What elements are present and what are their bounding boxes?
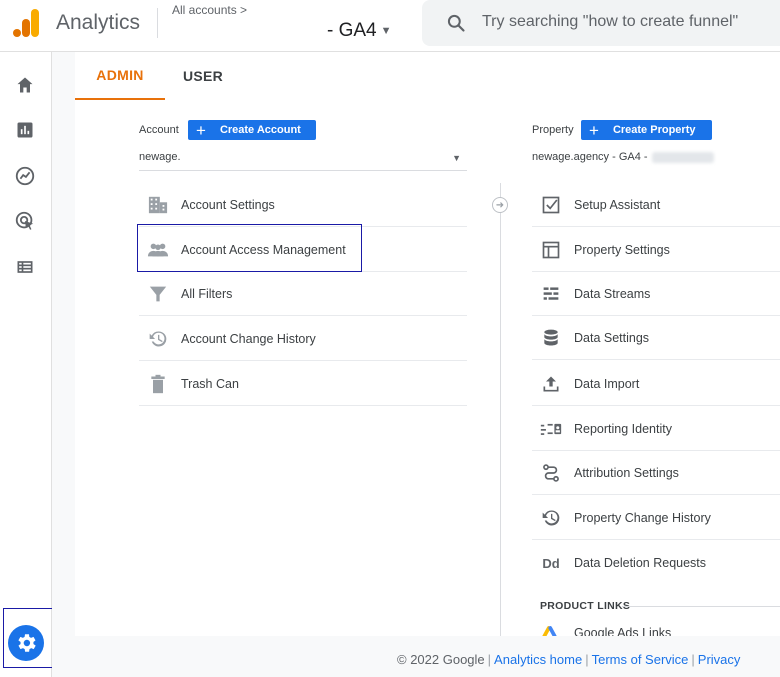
create-property-button[interactable]: + Create Property: [581, 120, 712, 140]
history-icon: [540, 507, 562, 529]
footer-copyright: © 2022 Google: [397, 652, 485, 667]
layout-icon: [540, 239, 562, 261]
menu-data-deletion-requests[interactable]: Dd Data Deletion Requests: [532, 541, 780, 585]
account-selected-value: newage.: [139, 151, 181, 163]
menu-label: Property Change History: [574, 510, 711, 525]
app-title: Analytics: [56, 11, 141, 34]
admin-tabs: ADMIN USER: [75, 52, 780, 100]
filter-icon: [147, 283, 169, 305]
dd-icon: Dd: [542, 555, 560, 571]
trash-icon: [147, 373, 169, 395]
database-icon: [540, 327, 562, 349]
search-bar[interactable]: Try searching "how to create funnel": [422, 0, 780, 46]
column-divider: [500, 183, 501, 636]
property-name: - GA4: [327, 20, 377, 41]
history-icon: [147, 328, 169, 350]
left-nav: [0, 52, 52, 677]
menu-account-change-history[interactable]: Account Change History: [139, 317, 467, 361]
menu-trash-can[interactable]: Trash Can: [139, 362, 467, 406]
header-divider: [157, 8, 158, 38]
account-selector[interactable]: newage. ▼: [139, 151, 467, 171]
menu-data-settings[interactable]: Data Settings: [532, 316, 780, 360]
footer-link-terms[interactable]: Terms of Service: [592, 652, 689, 667]
arrow-right-icon: ➜: [492, 197, 508, 213]
advertising-icon[interactable]: [14, 210, 36, 232]
access-management-highlight: [137, 224, 362, 272]
admin-settings-button[interactable]: [8, 625, 44, 661]
configure-icon[interactable]: [14, 256, 36, 278]
top-header: Analytics All accounts > - GA4 ▼ Try sea…: [0, 0, 780, 52]
account-label: Account: [139, 124, 179, 136]
breadcrumb[interactable]: All accounts >: [172, 3, 247, 17]
menu-reporting-identity[interactable]: Reporting Identity: [532, 407, 780, 451]
property-label: Property: [532, 124, 574, 136]
menu-label: Attribution Settings: [574, 465, 679, 480]
menu-label: Reporting Identity: [574, 421, 672, 436]
property-selector-field[interactable]: newage.agency - GA4 -: [532, 151, 780, 171]
attribution-icon: [540, 462, 562, 484]
product-links-divider: [622, 606, 780, 607]
menu-google-ads-links[interactable]: Google Ads Links: [532, 614, 780, 636]
menu-attribution-settings[interactable]: Attribution Settings: [532, 451, 780, 495]
create-account-button[interactable]: + Create Account: [188, 120, 316, 140]
gear-icon: [18, 634, 36, 652]
menu-label: Trash Can: [181, 376, 239, 391]
menu-label: Google Ads Links: [574, 626, 672, 636]
menu-label: Data Settings: [574, 330, 650, 345]
footer-text: © 2022 Google | Analytics home | Terms of Se…: [397, 652, 741, 667]
create-property-label: Create Property: [612, 124, 696, 136]
building-icon: [147, 194, 169, 216]
home-icon[interactable]: [14, 74, 36, 96]
property-selected-value: newage.agency - GA4 -: [532, 151, 648, 163]
menu-property-settings[interactable]: Property Settings: [532, 228, 780, 272]
menu-all-filters[interactable]: All Filters: [139, 272, 467, 316]
menu-property-change-history[interactable]: Property Change History: [532, 496, 780, 540]
analytics-logo[interactable]: [12, 8, 40, 38]
menu-label: Data Deletion Requests: [574, 556, 707, 570]
menu-label: Property Settings: [574, 242, 670, 257]
menu-label: Data Import: [574, 376, 640, 391]
tab-admin[interactable]: ADMIN: [75, 52, 165, 100]
search-icon: [447, 14, 465, 32]
menu-setup-assistant[interactable]: Setup Assistant: [532, 183, 780, 227]
search-placeholder: Try searching "how to create funnel": [482, 13, 739, 30]
dropdown-arrow-icon: ▼: [452, 153, 461, 163]
footer-link-privacy[interactable]: Privacy: [698, 652, 741, 667]
plus-icon: +: [196, 120, 206, 140]
create-account-label: Create Account: [219, 124, 301, 136]
menu-label: Data Streams: [574, 286, 651, 301]
menu-account-settings[interactable]: Account Settings: [139, 183, 467, 227]
menu-label: Setup Assistant: [574, 197, 661, 212]
checklist-icon: [540, 194, 562, 216]
menu-label: Account Change History: [181, 331, 316, 346]
identity-icon: [540, 418, 562, 440]
redacted-id: [651, 151, 714, 163]
menu-data-streams[interactable]: Data Streams: [532, 272, 780, 316]
google-ads-icon: [540, 626, 562, 636]
product-links-title: PRODUCT LINKS: [540, 600, 631, 612]
upload-icon: [540, 373, 562, 395]
explore-icon[interactable]: [14, 165, 36, 187]
footer-link-analytics-home[interactable]: Analytics home: [494, 652, 582, 667]
tab-user[interactable]: USER: [165, 52, 241, 100]
reports-icon[interactable]: [14, 119, 36, 141]
menu-label: Account Settings: [181, 197, 275, 212]
menu-label: All Filters: [181, 286, 233, 301]
plus-icon: +: [589, 120, 599, 140]
caret-down-icon: ▼: [380, 25, 392, 37]
menu-data-import[interactable]: Data Import: [532, 362, 780, 406]
property-selector[interactable]: - GA4 ▼: [327, 20, 392, 42]
streams-icon: [540, 283, 562, 305]
